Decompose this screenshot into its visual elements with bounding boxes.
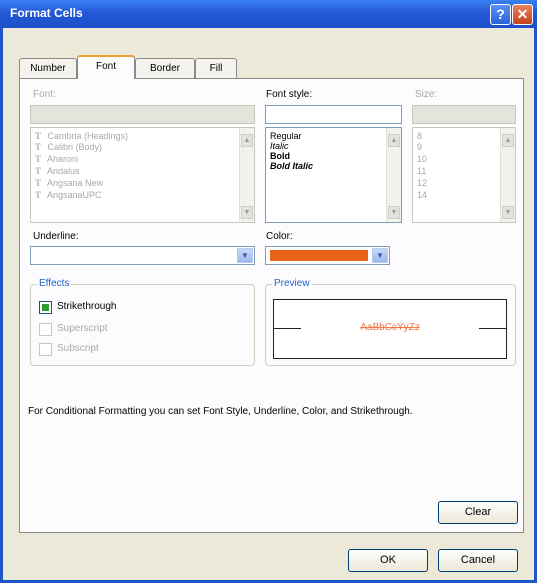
list-item[interactable]: 12 <box>417 178 427 189</box>
font-style-label: Font style: <box>266 89 313 100</box>
window-title: Format Cells <box>10 6 83 20</box>
chevron-down-icon[interactable]: ▼ <box>372 248 388 263</box>
scroll-up-icon[interactable]: ▲ <box>388 134 400 147</box>
list-item[interactable]: 14 <box>417 190 427 201</box>
chevron-down-icon[interactable]: ▼ <box>237 248 253 263</box>
font-style-input[interactable] <box>265 105 402 124</box>
check-icon <box>42 304 49 311</box>
truetype-icon: T <box>35 142 42 152</box>
truetype-icon: T <box>35 166 42 176</box>
list-item[interactable]: T Andalus <box>35 166 80 177</box>
font-style-list[interactable]: Regular Italic Bold Bold Italic ▲ ▼ <box>265 127 402 223</box>
cancel-button[interactable]: Cancel <box>438 549 518 572</box>
strikethrough-checkbox[interactable] <box>39 301 52 314</box>
list-item[interactable]: T Angsana New <box>35 178 103 189</box>
subscript-label[interactable]: Subscript <box>57 343 99 354</box>
superscript-label[interactable]: Superscript <box>57 323 108 334</box>
font-tab-panel: Font: T Cambria (Headings) T Calibri (Bo… <box>19 78 524 533</box>
list-item[interactable]: 8 <box>417 131 422 142</box>
font-input[interactable] <box>30 105 255 124</box>
preview-group: Preview AaBbCcYyZz <box>265 278 516 366</box>
font-label: Font: <box>33 89 56 100</box>
close-icon[interactable]: ✕ <box>512 4 533 25</box>
title-bar: Format Cells ? ✕ <box>0 0 537 28</box>
info-text: For Conditional Formatting you can set F… <box>28 406 413 417</box>
underline-label: Underline: <box>33 231 79 242</box>
font-style-scrollbar[interactable]: ▲ ▼ <box>386 128 401 222</box>
scroll-down-icon[interactable]: ▼ <box>388 206 400 219</box>
truetype-icon: T <box>35 178 42 188</box>
superscript-checkbox[interactable] <box>39 323 52 336</box>
truetype-icon: T <box>35 154 42 164</box>
list-item[interactable]: Bold Italic <box>270 161 313 172</box>
preview-label: Preview <box>272 278 312 289</box>
tab-number[interactable]: Number <box>19 58 77 78</box>
tab-fill[interactable]: Fill <box>195 58 237 78</box>
preview-sample-text: AaBbCcYyZz <box>360 322 420 333</box>
size-list[interactable]: 8 9 10 11 12 14 ▲ ▼ <box>412 127 516 223</box>
scroll-down-icon[interactable]: ▼ <box>502 206 514 219</box>
format-cells-dialog: Format Cells ? ✕ Number Font Border Fill… <box>0 0 537 583</box>
strikethrough-label[interactable]: Strikethrough <box>57 301 116 312</box>
list-item[interactable]: 9 <box>417 142 422 153</box>
scroll-down-icon[interactable]: ▼ <box>241 206 253 219</box>
font-list-scrollbar[interactable]: ▲ ▼ <box>239 128 254 222</box>
size-list-scrollbar[interactable]: ▲ ▼ <box>500 128 515 222</box>
effects-group: Effects Strikethrough Superscript Subscr… <box>30 278 255 366</box>
color-swatch <box>270 250 368 261</box>
help-icon[interactable]: ? <box>490 4 511 25</box>
font-list[interactable]: T Cambria (Headings) T Calibri (Body) T … <box>30 127 255 223</box>
list-item[interactable]: T Aharoni <box>35 154 78 165</box>
clear-button[interactable]: Clear <box>438 501 518 524</box>
size-label: Size: <box>415 89 438 100</box>
ok-button[interactable]: OK <box>348 549 428 572</box>
scroll-up-icon[interactable]: ▲ <box>502 134 514 147</box>
color-dropdown[interactable]: ▼ <box>265 246 390 265</box>
list-item[interactable]: 11 <box>417 166 426 177</box>
list-item[interactable]: T Cambria (Headings) <box>35 131 128 142</box>
truetype-icon: T <box>35 131 42 141</box>
size-input[interactable] <box>412 105 516 124</box>
subscript-checkbox[interactable] <box>39 343 52 356</box>
list-item[interactable]: 10 <box>417 154 427 165</box>
effects-label: Effects <box>37 278 72 289</box>
tab-font[interactable]: Font <box>77 55 135 79</box>
list-item[interactable]: T AngsanaUPC <box>35 190 102 201</box>
underline-dropdown[interactable]: ▼ <box>30 246 255 265</box>
color-label: Color: <box>266 231 293 242</box>
tab-border[interactable]: Border <box>135 58 195 78</box>
preview-box: AaBbCcYyZz <box>273 299 507 359</box>
scroll-up-icon[interactable]: ▲ <box>241 134 253 147</box>
list-item[interactable]: T Calibri (Body) <box>35 142 102 153</box>
truetype-icon: T <box>35 190 42 200</box>
